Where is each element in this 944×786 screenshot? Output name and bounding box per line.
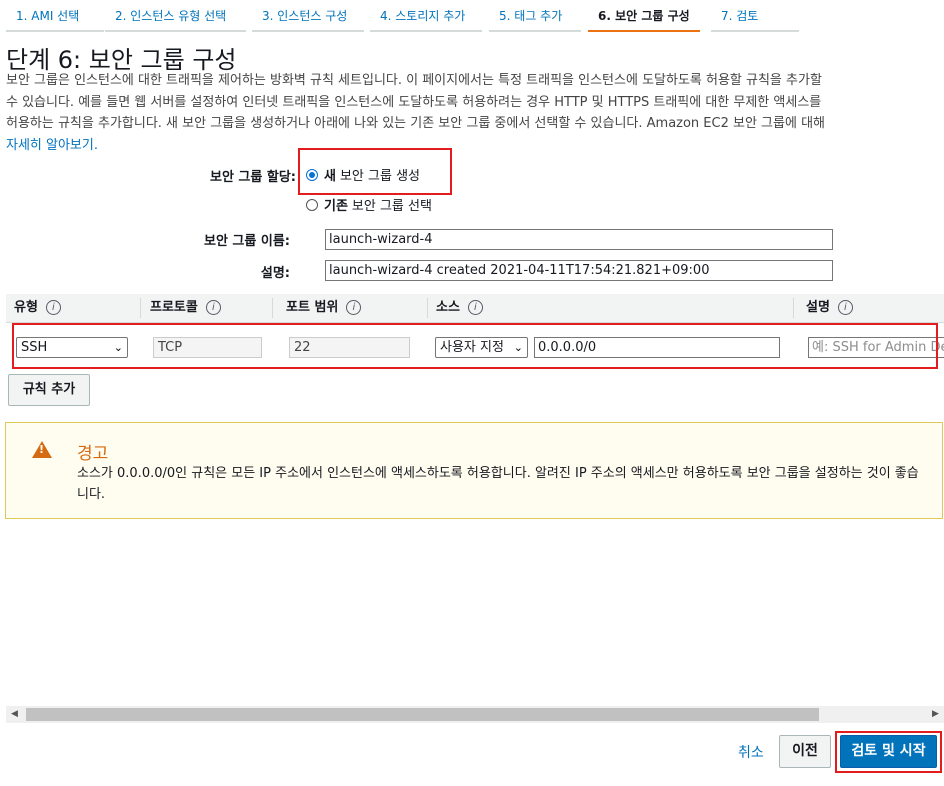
warning-text: 소스가 0.0.0.0/0인 규칙은 모든 IP 주소에서 인스턴스에 액세스하…: [77, 466, 919, 502]
radio-existing-bold: 기존: [324, 199, 348, 214]
description-input[interactable]: launch-wizard-4 created 2021-04-11T17:54…: [325, 260, 833, 281]
description-line: 수 있습니다. 예를 들면 웹 서버를 설정하여 인터넷 트래픽을 인스턴스에 …: [6, 94, 822, 110]
tab-add-storage[interactable]: 4. 스토리지 추가: [370, 6, 482, 32]
tab-add-tags[interactable]: 5. 태그 추가: [489, 6, 581, 32]
highlight-box: [298, 148, 452, 195]
column-type: 유형 i: [6, 294, 141, 322]
tab-review[interactable]: 7. 검토: [711, 6, 799, 32]
description-label: 설명:: [260, 266, 290, 281]
info-icon[interactable]: i: [467, 300, 483, 315]
security-group-name-input[interactable]: launch-wizard-4: [325, 229, 833, 250]
add-rule-button[interactable]: 규칙 추가: [8, 374, 90, 406]
info-icon[interactable]: i: [205, 300, 221, 315]
tab-security-group[interactable]: 6. 보안 그룹 구성: [588, 6, 700, 32]
radio-unselected-icon[interactable]: [306, 198, 318, 211]
highlight-box: [12, 323, 938, 369]
scroll-thumb[interactable]: [26, 708, 819, 721]
radio-existing-security-group[interactable]: 기존 보안 그룹 선택: [306, 195, 432, 214]
description-line: 허용하는 규칙을 추가합니다. 새 보안 그룹을 생성하거나 아래에 나와 있는…: [6, 116, 825, 131]
warning-alert: ! 경고 소스가 0.0.0.0/0인 규칙은 모든 IP 주소에서 인스턴스에…: [5, 422, 943, 519]
radio-existing-label: 보안 그룹 선택: [351, 199, 432, 214]
column-protocol: 프로토콜 i: [142, 294, 273, 322]
horizontal-scrollbar[interactable]: ◀ ▶: [6, 706, 944, 723]
info-icon[interactable]: i: [45, 300, 61, 315]
security-group-name-label: 보안 그룹 이름:: [203, 234, 290, 249]
page-description: 보안 그룹은 인스턴스에 대한 트래픽을 제어하는 방화벽 규칙 세트입니다. …: [6, 70, 944, 156]
highlight-box: [835, 731, 942, 773]
learn-more-link[interactable]: 자세히 알아보기: [6, 138, 94, 153]
scroll-right-icon[interactable]: ▶: [927, 706, 944, 723]
tab-configure-instance[interactable]: 3. 인스턴스 구성: [252, 6, 364, 32]
description-line: 보안 그룹은 인스턴스에 대한 트래픽을 제어하는 방화벽 규칙 세트입니다. …: [6, 73, 822, 88]
column-source: 소스 i: [428, 294, 794, 322]
previous-button[interactable]: 이전: [779, 735, 831, 768]
tab-ami[interactable]: 1. AMI 선택: [6, 6, 104, 32]
scroll-left-icon[interactable]: ◀: [6, 706, 23, 723]
tab-instance-type[interactable]: 2. 인스턴스 유형 선택: [105, 6, 246, 32]
wizard-steps: 1. AMI 선택 2. 인스턴스 유형 선택 3. 인스턴스 구성 4. 스토…: [0, 0, 944, 34]
column-port-range: 포트 범위 i: [278, 294, 428, 322]
column-description: 설명 i: [798, 294, 944, 322]
assign-security-group-label: 보안 그룹 할당:: [209, 170, 296, 185]
warning-icon: !: [32, 441, 52, 458]
warning-title: 경고: [77, 444, 109, 464]
info-icon[interactable]: i: [346, 300, 362, 315]
cancel-link[interactable]: 취소: [738, 742, 764, 762]
info-icon[interactable]: i: [837, 300, 853, 315]
rules-table-header: 유형 i 프로토콜 i 포트 범위 i 소스 i 설명 i: [6, 294, 944, 323]
